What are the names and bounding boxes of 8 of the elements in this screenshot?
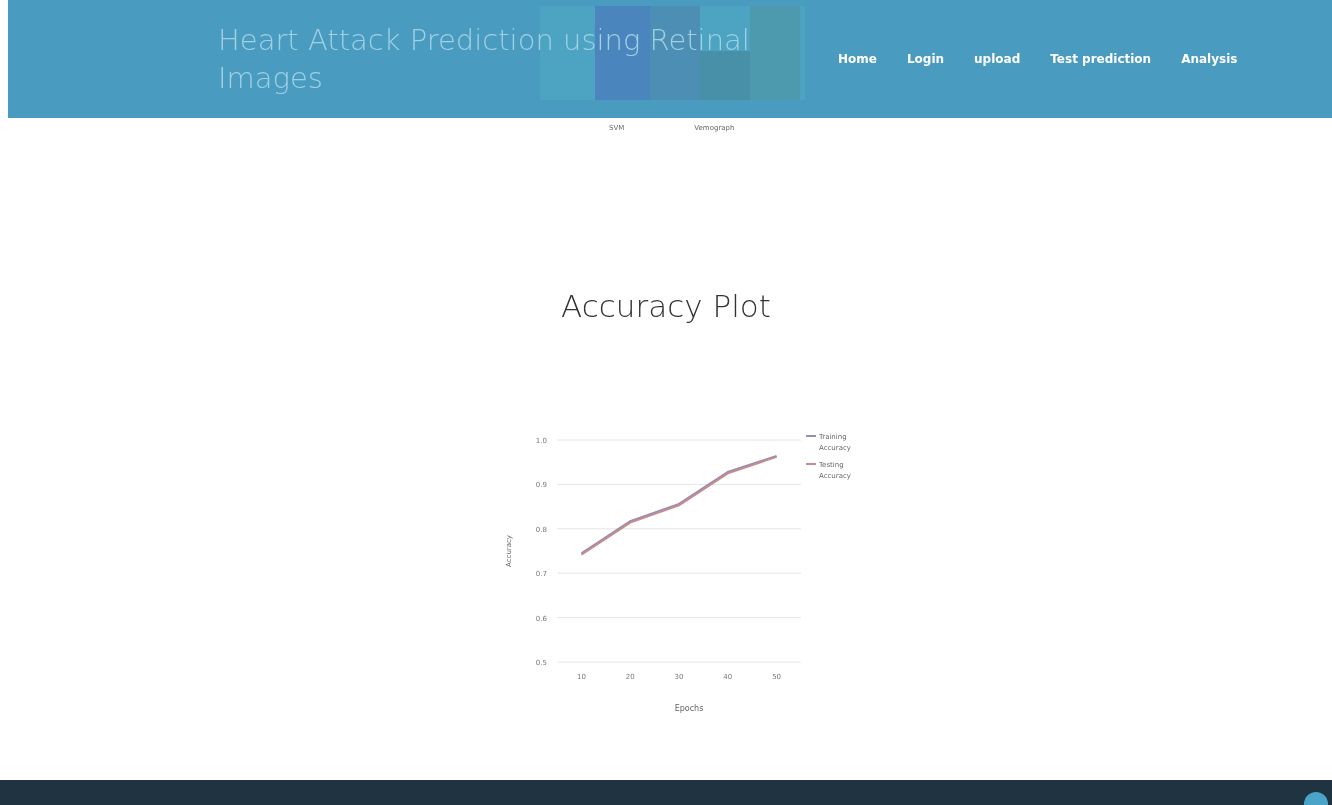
site-title: Heart Attack Prediction using Retinal Images xyxy=(218,22,751,97)
section-title: Accuracy Plot xyxy=(561,288,771,324)
nav-link[interactable]: Analysis xyxy=(1181,52,1238,66)
x-axis-title: Epochs xyxy=(674,704,704,713)
nav-link[interactable]: Home xyxy=(838,52,877,66)
nav-link[interactable]: upload xyxy=(974,52,1021,66)
nav-link[interactable]: Login xyxy=(906,52,945,66)
nav-link[interactable]: Test prediction xyxy=(1050,52,1152,66)
